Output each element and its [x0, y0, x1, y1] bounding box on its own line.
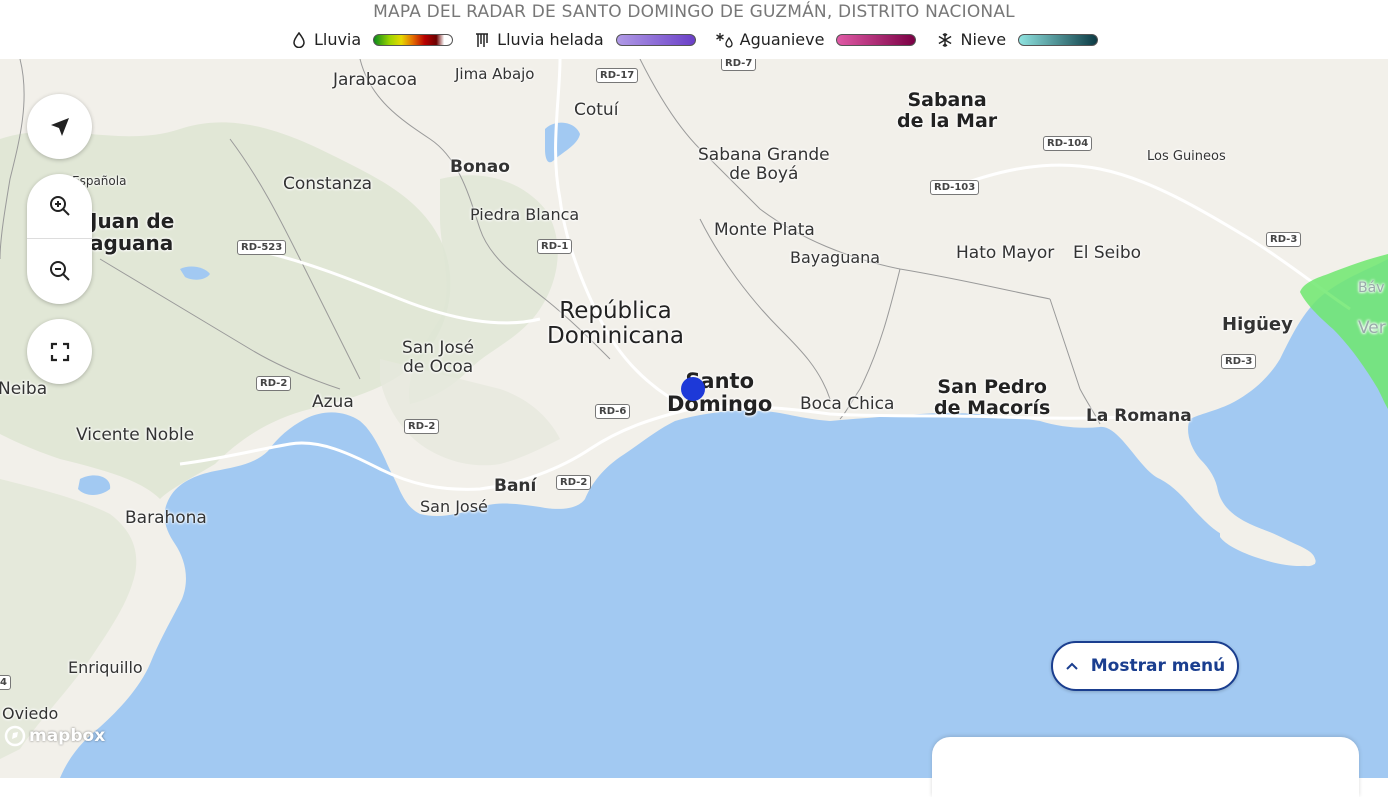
place-label: Vicente Noble	[76, 425, 195, 445]
road-shield: 4	[0, 675, 11, 690]
road-shield: RD-103	[930, 180, 980, 195]
place-label: Jima Abajo	[455, 65, 535, 83]
legend-freezing-rain-label: Lluvia helada	[497, 30, 604, 49]
legend-freezing-rain-scale	[615, 33, 696, 46]
road-shield: RD-2	[256, 376, 292, 391]
show-menu-label: Mostrar menú	[1090, 656, 1226, 676]
place-label: Los Guineos	[1147, 149, 1226, 164]
place-label: La Romana	[1086, 406, 1192, 426]
place-label: San Pedro de Macorís	[934, 376, 1051, 419]
bottom-panel[interactable]	[932, 737, 1359, 797]
legend-rain: Lluvia	[290, 30, 454, 49]
place-label: Bonao	[450, 157, 510, 177]
place-label: Cotuí	[574, 100, 619, 120]
place-label: Báv	[1358, 280, 1385, 296]
road-shield: RD-523	[237, 240, 287, 255]
place-label: Enriquillo	[68, 658, 143, 677]
road-shield: RD-17	[596, 68, 639, 83]
legend-rain-scale	[373, 33, 454, 46]
place-label: Piedra Blanca	[470, 205, 580, 224]
road-shield: RD-7	[721, 59, 757, 71]
legend-sleet: Aguanieve	[715, 30, 917, 49]
mapbox-label: mapbox	[29, 726, 106, 746]
road-shield: RD-6	[595, 404, 631, 419]
place-label: Ver	[1358, 318, 1386, 338]
fullscreen-icon	[50, 342, 69, 361]
road-shield: RD-3	[1221, 354, 1257, 369]
place-label: San José de Ocoa	[402, 338, 475, 377]
place-label: Juan de aguana	[90, 209, 175, 255]
mapbox-icon	[4, 725, 26, 747]
chevron-up-icon	[1065, 661, 1079, 671]
precipitation-legend: Lluvia Lluvia helada Aguanieve Nieve	[0, 30, 1388, 49]
fullscreen-button[interactable]	[27, 319, 92, 384]
sleet-icon	[715, 31, 734, 49]
place-label: Azua	[312, 392, 354, 412]
place-label: Constanza	[283, 174, 373, 194]
place-label: Sabana Grande de Boyá	[698, 145, 830, 184]
zoom-controls	[27, 174, 92, 304]
legend-snow: Nieve	[936, 30, 1099, 49]
mapbox-logo[interactable]: mapbox	[4, 725, 105, 747]
page-title: MAPA DEL RADAR DE SANTO DOMINGO DE GUZMÁ…	[373, 2, 1015, 22]
road-shield: RD-2	[404, 419, 440, 434]
place-label: Hato Mayor	[956, 243, 1055, 263]
place-label: Neiba	[0, 379, 48, 399]
place-label: Higüey	[1222, 314, 1293, 335]
legend-freezing-rain: Lluvia helada	[473, 30, 696, 49]
place-label: Baní	[494, 476, 537, 496]
place-label: Monte Plata	[714, 220, 815, 240]
legend-sleet-scale	[836, 33, 917, 46]
place-label: San José	[420, 497, 488, 516]
place-label: Boca Chica	[800, 394, 895, 414]
freezing-rain-icon	[473, 31, 491, 49]
zoom-in-icon	[49, 196, 70, 216]
road-shield: RD-104	[1043, 136, 1093, 151]
locate-button[interactable]	[27, 94, 92, 159]
zoom-in-button[interactable]	[27, 174, 92, 238]
current-location-marker[interactable]	[681, 377, 705, 401]
place-label: El Seibo	[1073, 243, 1142, 263]
raindrop-icon	[290, 31, 308, 49]
road-shield: RD-2	[556, 475, 592, 490]
road-shield: RD-1	[537, 239, 573, 254]
radar-header: MAPA DEL RADAR DE SANTO DOMINGO DE GUZMÁ…	[0, 0, 1388, 59]
place-label: Oviedo	[2, 704, 59, 723]
legend-snow-label: Nieve	[960, 30, 1007, 49]
place-label: República Dominicana	[547, 298, 684, 350]
legend-sleet-label: Aguanieve	[739, 30, 825, 49]
snowflake-icon	[936, 31, 954, 49]
place-label: Barahona	[125, 508, 207, 528]
legend-snow-scale	[1018, 33, 1099, 46]
place-label: Bayaguana	[790, 248, 881, 267]
navigate-arrow-icon	[50, 117, 69, 136]
legend-rain-label: Lluvia	[313, 30, 362, 49]
place-label: Sabana de la Mar	[897, 89, 998, 132]
zoom-out-icon	[49, 261, 70, 281]
place-label: Jarabacoa	[333, 70, 418, 90]
zoom-out-button[interactable]	[27, 239, 92, 303]
show-menu-button[interactable]: Mostrar menú	[1051, 641, 1239, 691]
road-shield: RD-3	[1266, 232, 1302, 247]
